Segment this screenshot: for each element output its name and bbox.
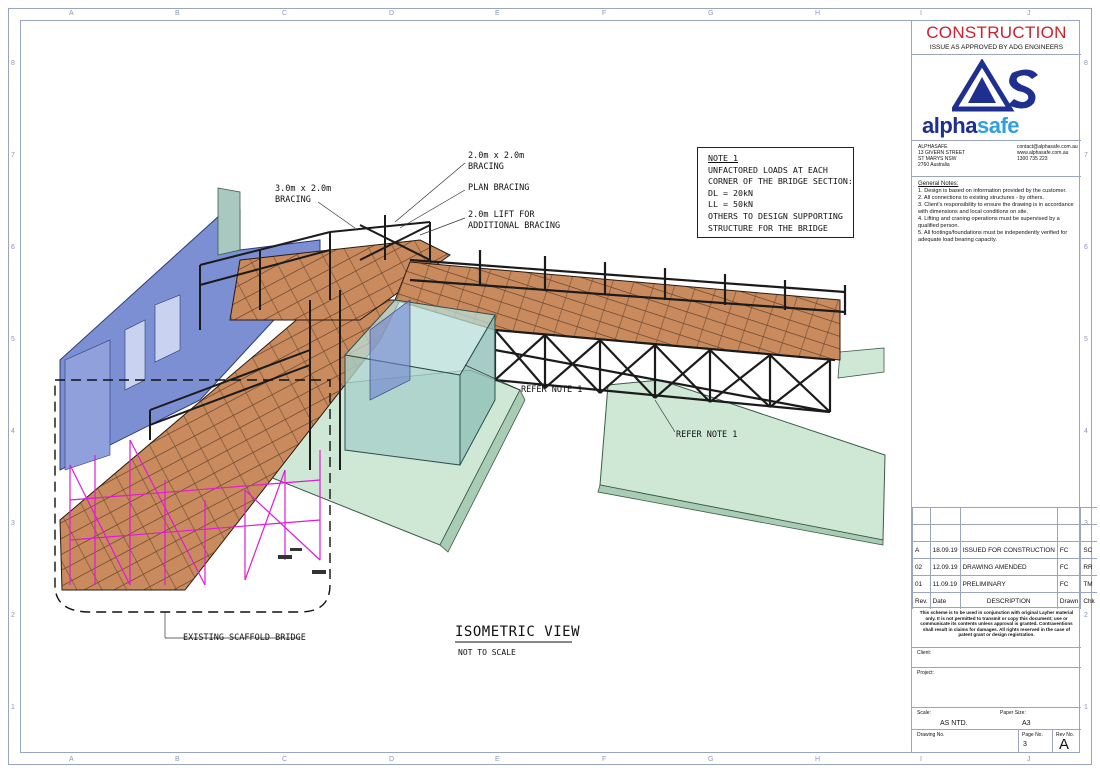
revision-id: 02 (912, 558, 931, 576)
revision-drawn: FC (1056, 575, 1081, 593)
title-block: CONSTRUCTION ISSUE AS APPROVED BY ADG EN… (911, 21, 1097, 753)
revision-row-blank (912, 524, 1097, 542)
callout-text: 2.0m x 2.0m (468, 151, 525, 161)
revision-id: A (912, 541, 931, 559)
note-line: DL = 20kN (708, 187, 753, 198)
general-note-item: 3. Client's responsibility to ensure the… (918, 202, 1074, 215)
general-note-item: 2. All connections to existing structure… (918, 195, 1044, 201)
callout-text: BRACING (275, 195, 311, 205)
status-title: CONSTRUCTION (926, 23, 1067, 42)
note-line: LL = 50kN (708, 199, 753, 210)
company-address-line: 2760 Australia (918, 162, 950, 168)
company-contact: contact@alphasafe.com.au www.alphasafe.c… (1017, 144, 1078, 162)
scale-value: AS NTD. (940, 720, 968, 727)
view-subtitle: NOT TO SCALE (458, 648, 516, 657)
revision-row: 01 11.09.19 PRELIMINARY FC TM (912, 575, 1097, 593)
revision-header: Chk (1080, 592, 1097, 609)
callout-text: ADDITIONAL BRACING (468, 221, 561, 231)
paper-size-value: A3 (1022, 720, 1031, 727)
revision-checked: SC (1080, 541, 1097, 559)
note-line: STRUCTURE FOR THE BRIDGE (708, 222, 828, 233)
general-note-item: 1. Design is based on information provid… (918, 188, 1067, 194)
drawing-number-row: Drawing No. Page No. 3 Rev No. A (912, 729, 1082, 753)
callout-refer-note-a: REFER NOTE 1 (521, 385, 583, 395)
revision-row-blank (912, 507, 1097, 525)
revision-drawn: FC (1056, 541, 1081, 559)
revision-drawn: FC (1056, 558, 1081, 576)
company-phone: 1300 735 223 (1017, 156, 1048, 162)
general-note-item: 4. Lifting and craning operations must b… (918, 216, 1060, 229)
view-title: ISOMETRIC VIEW (455, 624, 581, 640)
revision-row: A 18.09.19 ISSUED FOR CONSTRUCTION FC SC (912, 541, 1097, 559)
revision-date: 11.09.19 (929, 575, 961, 593)
revision-description: ISSUED FOR CONSTRUCTION (959, 541, 1058, 559)
status-subtitle: ISSUE AS APPROVED BY ADG ENGINEERS (929, 44, 1064, 51)
callout-2x2-bracing: 2.0m x 2.0m BRACING (468, 151, 524, 173)
callout-existing-bridge: EXISTING SCAFFOLD BRIDGE (183, 633, 306, 643)
note-line: CORNER OF THE BRIDGE SECTION: (708, 176, 853, 187)
disclaimer: This scheme is to be used in conjunction… (912, 607, 1081, 647)
client-field: Client: (912, 647, 1081, 667)
general-note-item: 5. All footings/foundations must be inde… (918, 230, 1068, 243)
note-1-box: NOTE 1 UNFACTORED LOADS AT EACH CORNER O… (697, 147, 854, 238)
revision-description: PRELIMINARY (959, 575, 1058, 593)
logo-word-safe: safe (976, 113, 1020, 138)
callout-plan-bracing: PLAN BRACING (468, 183, 530, 193)
callout-lift-bracing: 2.0m LIFT FOR ADDITIONAL BRACING (468, 210, 560, 232)
logo-panel: alphasafe (912, 55, 1081, 141)
revision-date: 12.09.19 (929, 558, 961, 576)
callout-text: BRACING (468, 162, 504, 172)
scale-label: Scale: (917, 710, 931, 716)
note-line: UNFACTORED LOADS AT EACH (708, 164, 828, 175)
note-line: OTHERS TO DESIGN SUPPORTING (708, 210, 843, 221)
page-no-value: 3 (1023, 741, 1027, 748)
revision-row: 02 12.09.19 DRAWING AMENDED FC RR (912, 558, 1097, 576)
alphasafe-logo-mark (952, 59, 1038, 112)
general-notes-title: General Notes: (918, 181, 959, 187)
page-number-cell: Page No. 3 (1018, 730, 1053, 753)
callout-refer-note-b: REFER NOTE 1 (676, 430, 738, 440)
project-field: Project: (912, 667, 1081, 707)
rev-number-cell: Rev No. A (1052, 730, 1082, 753)
general-notes: General Notes: 1. Design is based on inf… (912, 177, 1081, 517)
revision-date: 18.09.19 (929, 541, 961, 559)
revision-description: DRAWING AMENDED (959, 558, 1058, 576)
revision-checked: RR (1080, 558, 1097, 576)
client-label: Client: (917, 650, 932, 656)
revision-table: A 18.09.19 ISSUED FOR CONSTRUCTION FC SC… (912, 507, 1097, 609)
callout-3x2-bracing: 3.0m x 2.0m BRACING (275, 184, 331, 206)
revision-checked: TM (1080, 575, 1097, 593)
logo-wordmark: alphasafe (922, 113, 1020, 139)
page-no-label: Page No. (1022, 732, 1043, 738)
logo-word-alpha: alpha (922, 113, 977, 138)
drawing-no-label: Drawing No. (917, 732, 945, 738)
rev-no-value: A (1059, 736, 1070, 753)
company-details: ALPHASAFE 13 GIVERN STREET ST MARYS NSW … (912, 141, 1081, 177)
revision-id: 01 (912, 575, 931, 593)
callout-text: 2.0m LIFT FOR (468, 210, 535, 220)
callout-text: 3.0m x 2.0m (275, 184, 332, 194)
project-label: Project: (917, 670, 934, 676)
company-address: ALPHASAFE 13 GIVERN STREET ST MARYS NSW … (918, 144, 965, 168)
note-title: NOTE 1 (708, 153, 738, 163)
scale-paper-row: Scale: AS NTD. Paper Size: A3 (912, 707, 1081, 729)
status-panel: CONSTRUCTION ISSUE AS APPROVED BY ADG EN… (912, 21, 1081, 55)
paper-size-label: Paper Size: (1000, 710, 1026, 716)
